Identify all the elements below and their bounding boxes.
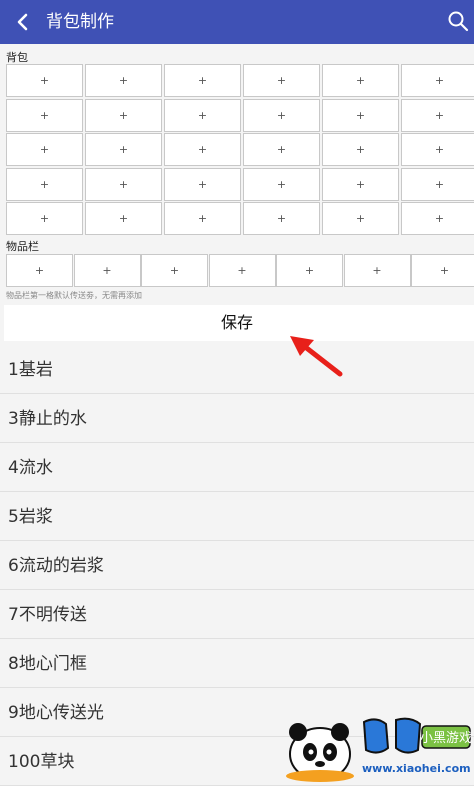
logo-url-text: www.xiaohei.com [362,762,471,775]
backpack-slot[interactable]: + [401,98,474,132]
search-icon[interactable] [446,9,470,33]
backpack-slot[interactable]: + [322,133,399,166]
block-list-item[interactable]: 1基岩 [0,346,474,394]
item-slot[interactable]: + [6,254,73,287]
block-list-item[interactable]: 5岩浆 [0,493,474,541]
backpack-slot[interactable]: + [85,202,162,235]
backpack-slot[interactable]: + [6,64,83,97]
backpack-row: + + + + + + [6,98,474,133]
item-slot[interactable]: + [411,254,474,287]
backpack-slot[interactable]: + [6,98,83,132]
backpack-slot[interactable]: + [164,98,241,132]
backpack-row: + + + + + + [6,202,474,236]
backpack-slot[interactable]: + [322,98,399,132]
block-list-item[interactable]: 7不明传送 [0,591,474,639]
backpack-slot[interactable]: + [164,202,241,235]
block-list-item[interactable]: 6流动的岩浆 [0,542,474,590]
save-button[interactable]: 保存 [4,305,474,341]
backpack-row: + + + + + + [6,133,474,167]
backpack-slot[interactable]: + [6,133,83,166]
backpack-row: + + + + + + [6,167,474,202]
back-arrow-icon[interactable] [12,10,34,34]
backpack-slot[interactable]: + [322,202,399,235]
backpack-slot[interactable]: + [85,98,162,132]
backpack-slot[interactable]: + [243,167,320,201]
logo-brand-text: 小黑游戏 [420,731,472,746]
item-slot[interactable]: + [343,254,411,287]
page-title: 背包制作 [46,12,114,32]
backpack-slot[interactable]: + [85,64,162,97]
backpack-grid: + + + + + + + + + + + + + + + + + + + + + + + + + + + + + + [6,64,474,238]
backpack-slot[interactable]: + [164,64,241,97]
item-slot[interactable]: + [73,254,141,287]
app-bar: 背包制作 [0,0,474,44]
backpack-slot[interactable]: + [6,202,83,235]
backpack-slot[interactable]: + [164,167,241,201]
backpack-slot[interactable]: + [322,167,399,201]
block-list-item[interactable]: 4流水 [0,444,474,492]
backpack-slot[interactable]: + [401,202,474,235]
backpack-slot[interactable]: + [401,64,474,97]
items-bar-hint: 物品栏第一格默认传送劵，无需再添加 [6,291,142,300]
items-bar-grid: + + + + + + + [6,254,474,288]
backpack-slot[interactable]: + [164,133,241,166]
block-list-item[interactable]: 8地心门框 [0,640,474,688]
item-slot[interactable]: + [141,254,208,287]
backpack-row: + + + + + + [6,64,474,98]
xiaohei-logo: 小黑游戏 www.xiaohei.com [286,717,472,782]
backpack-slot[interactable]: + [6,167,83,201]
block-list-item[interactable]: 3静止的水 [0,395,474,443]
backpack-slot[interactable]: + [243,202,320,235]
backpack-label: 背包 [6,51,28,64]
backpack-slot[interactable]: + [85,133,162,166]
backpack-slot[interactable]: + [85,167,162,201]
backpack-slot[interactable]: + [401,133,474,166]
backpack-slot[interactable]: + [243,64,320,97]
backpack-slot[interactable]: + [322,64,399,97]
red-arrow-annotation [290,336,343,377]
backpack-slot[interactable]: + [401,167,474,201]
backpack-slot[interactable]: + [243,133,320,166]
item-slot[interactable]: + [276,254,343,287]
backpack-slot[interactable]: + [243,98,320,132]
item-slot[interactable]: + [208,254,276,287]
items-bar-label: 物品栏 [6,240,39,253]
